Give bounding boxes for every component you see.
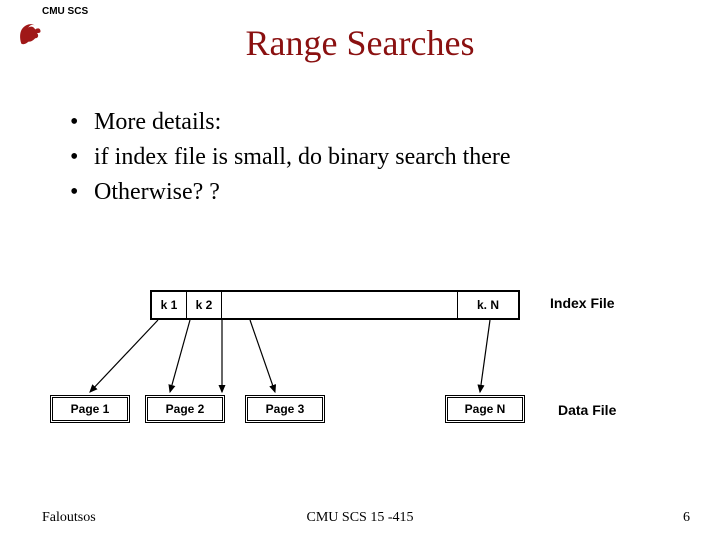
slide-title: Range Searches xyxy=(0,22,720,64)
header-org-label: CMU SCS xyxy=(42,6,88,17)
index-key-k1: k 1 xyxy=(152,292,187,318)
bullet-item: if index file is small, do binary search… xyxy=(70,140,511,175)
index-key-k2: k 2 xyxy=(187,292,222,318)
bullet-list: More details: if index file is small, do… xyxy=(70,105,511,209)
index-diagram: k 1 k 2 k. N Index File Page 1 Page 2 Pa… xyxy=(50,290,670,480)
index-file-label: Index File xyxy=(550,295,615,311)
bullet-item: Otherwise? ? xyxy=(70,175,511,210)
data-page-2: Page 2 xyxy=(145,395,225,423)
data-page-1: Page 1 xyxy=(50,395,130,423)
index-file-row: k 1 k 2 k. N xyxy=(150,290,520,320)
index-key-kn: k. N xyxy=(458,292,518,318)
index-gap xyxy=(222,292,458,318)
footer-page-number: 6 xyxy=(683,510,690,526)
data-file-label: Data File xyxy=(558,402,616,418)
data-page-n: Page N xyxy=(445,395,525,423)
bullet-item: More details: xyxy=(70,105,511,140)
data-page-3: Page 3 xyxy=(245,395,325,423)
footer-course: CMU SCS 15 -415 xyxy=(0,510,720,526)
